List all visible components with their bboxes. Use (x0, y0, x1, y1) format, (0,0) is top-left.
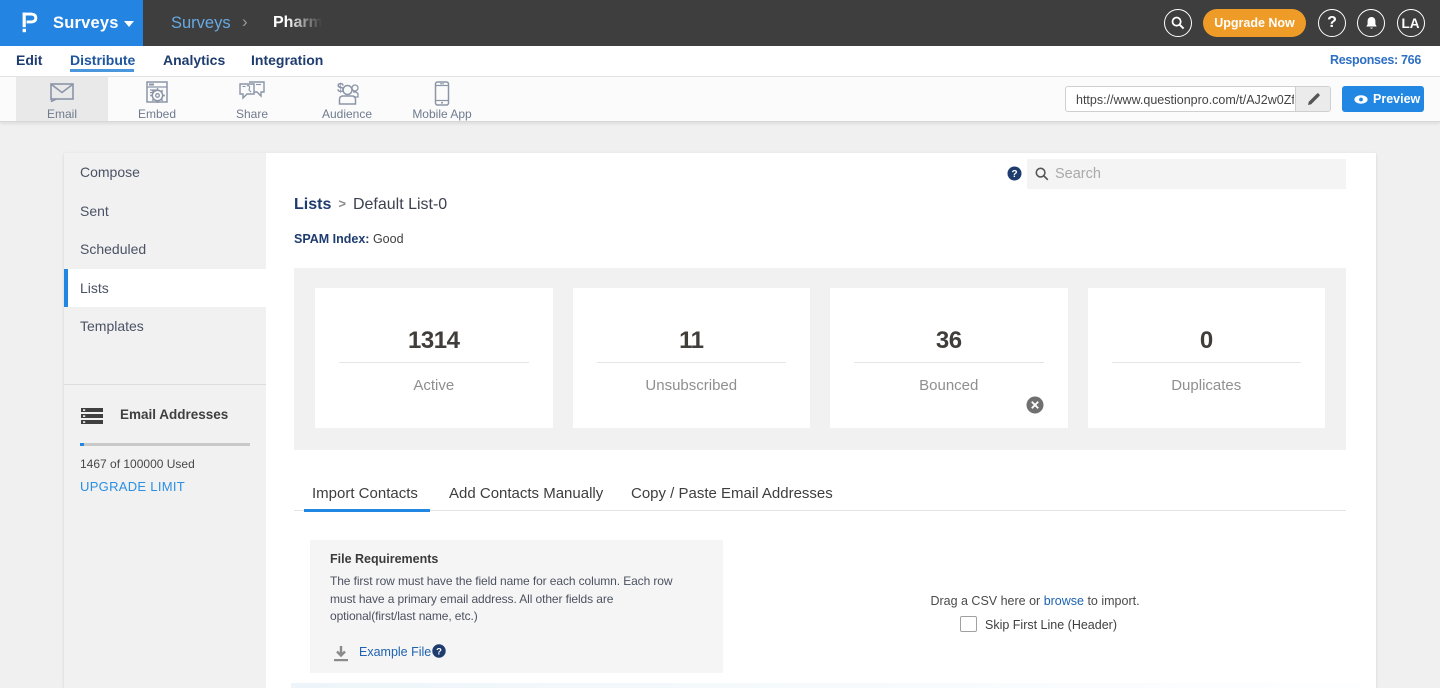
svg-text:?: ? (436, 646, 442, 657)
svg-text:?: ? (1011, 169, 1017, 180)
